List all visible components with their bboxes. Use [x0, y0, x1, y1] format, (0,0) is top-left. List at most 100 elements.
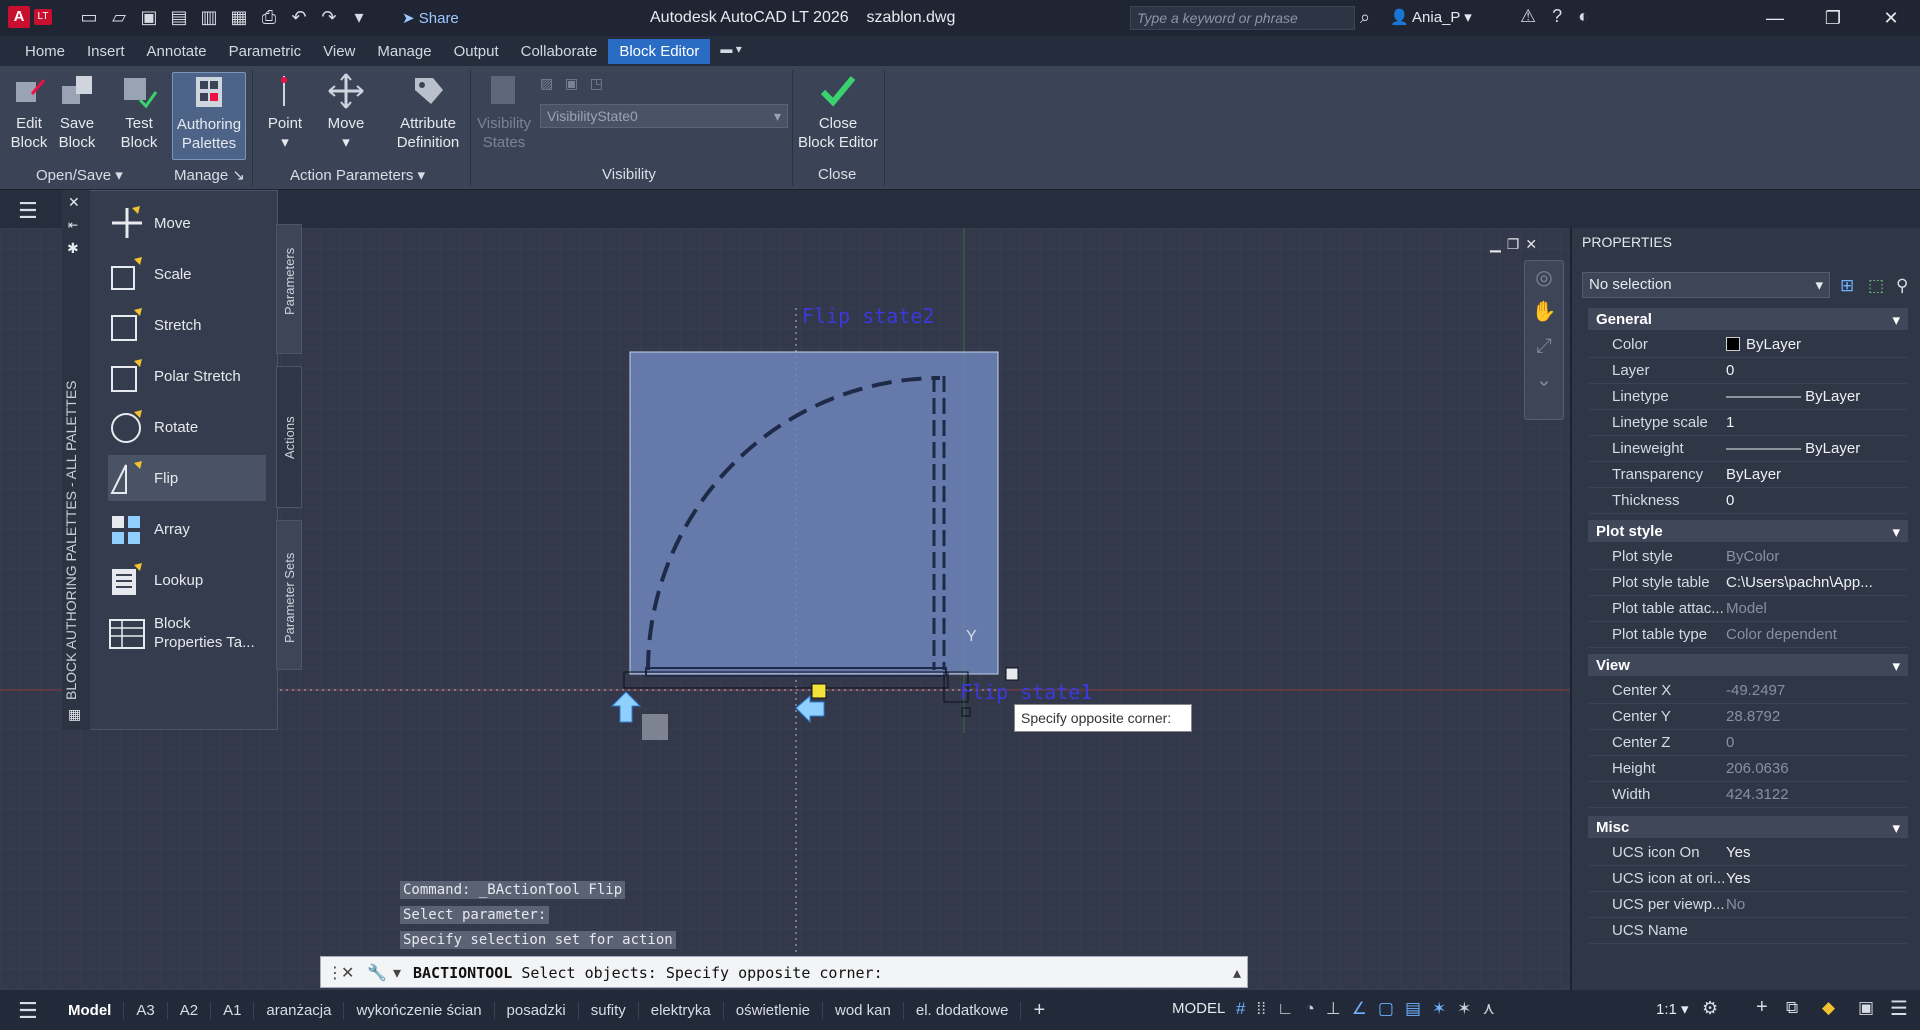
tab-manage[interactable]: Manage: [366, 39, 442, 64]
section-view[interactable]: View ▾: [1588, 654, 1908, 676]
section-plot-style[interactable]: Plot style ▾: [1588, 520, 1908, 542]
prop-row-ucs-icon-origin[interactable]: UCS icon at ori... Yes: [1588, 866, 1908, 892]
toggle-pickadd-icon[interactable]: ⊞: [1840, 276, 1854, 296]
prop-row-width[interactable]: Width 424.3122: [1588, 782, 1908, 808]
palette-item-rotate[interactable]: Rotate: [108, 404, 266, 450]
add-layout-icon[interactable]: +: [1021, 999, 1057, 1022]
tab-output[interactable]: Output: [443, 39, 510, 64]
save-icon[interactable]: ▣: [138, 6, 160, 28]
annotation-monitor-icon[interactable]: +: [1756, 996, 1768, 1019]
autocad-logo[interactable]: A: [8, 6, 30, 28]
panel-manage[interactable]: Manage ↘: [174, 166, 245, 184]
object-snap-icon[interactable]: ▢: [1378, 999, 1394, 1019]
prop-row-center-z[interactable]: Center Z 0: [1588, 730, 1908, 756]
nav-tools-icon[interactable]: ◎ ✋ ⤢ ⌄: [1525, 261, 1563, 397]
layout-tab-elektryka[interactable]: elektryka: [639, 1001, 724, 1019]
tab-block-editor[interactable]: Block Editor: [608, 38, 711, 64]
autodesk-app-icon[interactable]: ⚠: [1520, 6, 1536, 27]
palette-item-polar-stretch[interactable]: Polar Stretch: [108, 353, 266, 399]
test-block-button[interactable]: Test Block: [114, 72, 164, 152]
new-file-icon[interactable]: ▭: [78, 6, 100, 28]
quick-select-icon[interactable]: ⚲: [1896, 276, 1908, 296]
workspace-gear-icon[interactable]: ⚙: [1702, 998, 1718, 1019]
save-block-button[interactable]: Save Block: [54, 72, 100, 152]
visibility-state-dropdown[interactable]: VisibilityState0 ▾: [540, 104, 788, 128]
hamburger-menu-icon[interactable]: ☰: [18, 198, 38, 224]
close-block-editor-button[interactable]: Close Block Editor: [796, 72, 880, 152]
layout-tab-el-dodatkowe[interactable]: el. dodatkowe: [904, 1001, 1022, 1019]
prop-row-plot-style[interactable]: Plot style ByColor: [1588, 544, 1908, 570]
prop-row-plot-table-attached[interactable]: Plot table attac... Model: [1588, 596, 1908, 622]
panel-open-save[interactable]: Open/Save ▾: [36, 166, 123, 184]
flip-arrow-up-icon[interactable]: [610, 691, 642, 723]
chevron-up-icon[interactable]: ▴: [1233, 963, 1241, 983]
prop-row-lineweight[interactable]: Lineweight ————— ByLayer: [1588, 436, 1908, 462]
prop-row-linetype-scale[interactable]: Linetype scale 1: [1588, 410, 1908, 436]
visibility-states-button[interactable]: Visibility States: [474, 72, 534, 152]
ortho-icon[interactable]: ∟: [1277, 999, 1294, 1019]
snap-icon[interactable]: ⁞⁞: [1256, 999, 1265, 1019]
lineweight-icon[interactable]: ▤: [1405, 999, 1421, 1019]
export-icon[interactable]: ▥: [198, 6, 220, 28]
isodraft-icon[interactable]: ⊥: [1326, 999, 1341, 1019]
grip-square[interactable]: [961, 707, 971, 717]
palette-item-flip[interactable]: Flip: [108, 455, 266, 501]
palette-settings-icon[interactable]: ✱: [67, 240, 79, 257]
prop-row-transparency[interactable]: Transparency ByLayer: [1588, 462, 1908, 488]
object-snap-tracking-icon[interactable]: ∠: [1352, 999, 1367, 1019]
attribute-definition-button[interactable]: Attribute Definition: [392, 72, 464, 152]
panel-action-parameters[interactable]: Action Parameters ▾: [290, 166, 425, 184]
save-as-icon[interactable]: ▤: [168, 6, 190, 28]
parameter-alert-icon[interactable]: [811, 683, 827, 699]
tab-parametric[interactable]: Parametric: [218, 39, 313, 64]
share-button[interactable]: ➤ Share: [402, 9, 459, 27]
tab-home[interactable]: Home: [14, 39, 76, 64]
command-close-icon[interactable]: ✕: [341, 963, 354, 983]
tab-insert[interactable]: Insert: [76, 39, 136, 64]
prop-row-ucs-per-viewport[interactable]: UCS per viewp... No: [1588, 892, 1908, 918]
prop-row-plot-style-table[interactable]: Plot style table C:\Users\pachn\App...: [1588, 570, 1908, 596]
prop-row-thickness[interactable]: Thickness 0: [1588, 488, 1908, 514]
annotation-visibility-icon[interactable]: ✶: [1432, 999, 1446, 1019]
flip-arrow-left-icon[interactable]: [795, 694, 825, 724]
palette-tab-parameter-sets[interactable]: Parameter Sets: [276, 520, 302, 670]
help-search-input[interactable]: Type a keyword or phrase: [1130, 6, 1355, 30]
section-general[interactable]: General ▾: [1588, 308, 1908, 330]
search-icon[interactable]: ⌕: [1360, 7, 1370, 28]
layout-tab-wykonczenie[interactable]: wykończenie ścian: [344, 1001, 495, 1019]
selection-dropdown[interactable]: No selection ▾: [1582, 272, 1830, 298]
snap-marker-icon[interactable]: [1005, 667, 1019, 681]
viewport-close-icon[interactable]: ✕: [1525, 236, 1537, 253]
undo-icon[interactable]: ↶: [288, 6, 310, 28]
authoring-palettes-button[interactable]: Authoring Palettes: [172, 72, 246, 160]
visibility-mode-icons[interactable]: ▨ ▣ ◳: [540, 74, 603, 93]
layout-tab-model[interactable]: Model: [56, 1001, 125, 1019]
prop-row-color[interactable]: Color ByLayer: [1588, 332, 1908, 358]
layout-tab-a3[interactable]: A3: [124, 1001, 168, 1019]
tab-annotate[interactable]: Annotate: [136, 39, 218, 64]
model-space-button[interactable]: MODEL: [1172, 1000, 1225, 1017]
palette-tab-parameters[interactable]: Parameters: [276, 224, 302, 354]
palette-item-block-properties-table[interactable]: Block Properties Ta...: [108, 608, 266, 658]
layout-tab-posadzki[interactable]: posadzki: [495, 1001, 579, 1019]
layout-tab-oswietlenie[interactable]: oświetlenie: [724, 1001, 823, 1019]
user-menu[interactable]: 👤 Ania_P ▾: [1390, 8, 1472, 26]
viewport-minimize-icon[interactable]: ▁: [1490, 236, 1501, 253]
layout-tab-sufity[interactable]: sufity: [579, 1001, 639, 1019]
tab-view[interactable]: View: [312, 39, 366, 64]
customize-wrench-icon[interactable]: 🔧: [367, 963, 387, 983]
layout-tab-aranzacja[interactable]: aranżacja: [254, 1001, 345, 1019]
redo-icon[interactable]: ↷: [318, 6, 340, 28]
layout-tab-a1[interactable]: A1: [211, 1001, 255, 1019]
command-line[interactable]: ⋮ ✕ 🔧 ▾ BACTIONTOOL Select objects: Spec…: [320, 956, 1248, 988]
viewport-restore-icon[interactable]: ❐: [1507, 236, 1520, 253]
tab-collaborate[interactable]: Collaborate: [510, 39, 609, 64]
prop-row-height[interactable]: Height 206.0636: [1588, 756, 1908, 782]
print-icon[interactable]: ⎙: [258, 6, 280, 28]
move-action-button[interactable]: Move ▾: [318, 72, 374, 152]
palette-properties-icon[interactable]: ▦: [68, 706, 81, 723]
open-folder-icon[interactable]: ▱: [108, 6, 130, 28]
palette-item-scale[interactable]: Scale: [108, 251, 266, 297]
point-parameter-button[interactable]: Point ▾: [262, 72, 308, 152]
clean-screen-icon[interactable]: ▣: [1858, 998, 1874, 1018]
